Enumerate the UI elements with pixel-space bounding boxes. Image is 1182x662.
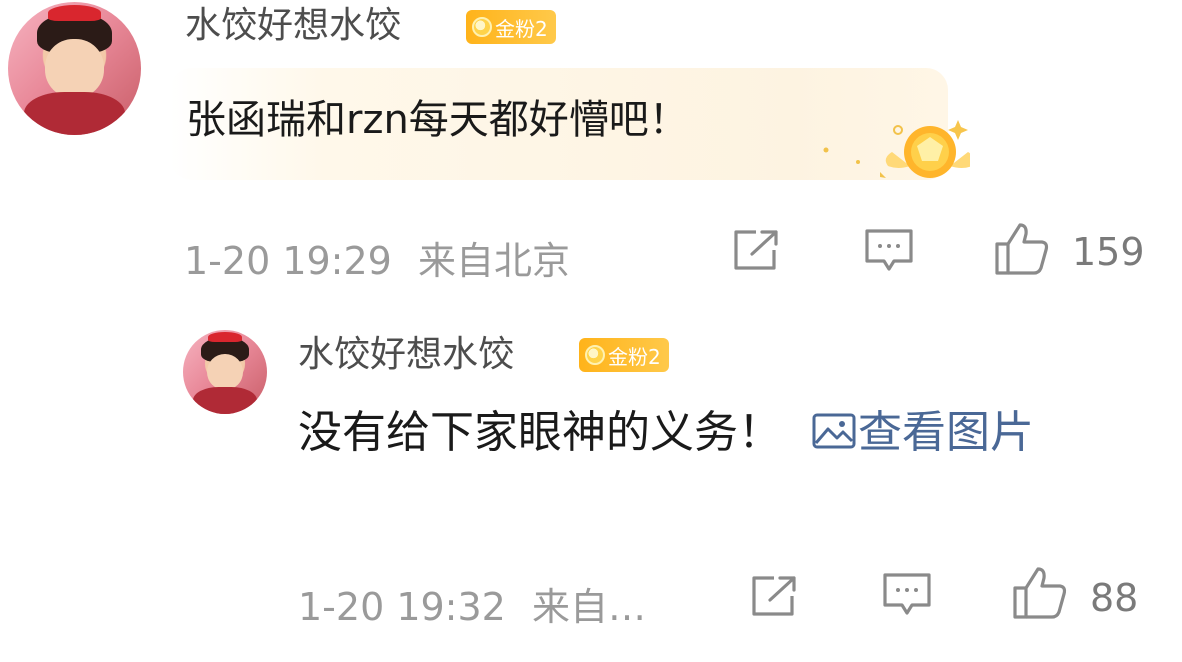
badge-label: 金粉2 (495, 16, 548, 41)
comment-bubble-icon[interactable] (882, 572, 932, 618)
next-item-edge (0, 656, 1182, 662)
comment-time: 1-20 19:29 (184, 239, 392, 283)
view-image-link[interactable]: 查看图片 (812, 407, 1034, 458)
share-square-icon[interactable] (732, 228, 782, 272)
image-icon (812, 402, 856, 468)
reply-text: 没有给下家眼神的义务！ (298, 407, 782, 458)
reply-location: 来自… (531, 585, 646, 629)
reply-fan-badge[interactable]: 金粉2 (579, 338, 669, 372)
badge-gem-icon (585, 345, 605, 365)
reply-username[interactable]: 水饺好想水饺 (298, 337, 514, 373)
comment-text: 张函瑞和rzn每天都好懵吧！ (186, 97, 689, 143)
gold-badge-icon (820, 112, 970, 184)
avatar[interactable] (8, 2, 141, 135)
fan-badge[interactable]: 金粉2 (466, 10, 556, 44)
comment-location: 来自北京 (417, 239, 570, 283)
thumbs-up-icon[interactable] (994, 222, 1050, 276)
badge-label: 金粉2 (608, 344, 661, 369)
reply-like-count: 88 (1090, 576, 1139, 620)
view-image-label: 查看图片 (858, 407, 1034, 458)
comment-bubble-icon[interactable] (864, 228, 914, 274)
comment-username[interactable]: 水饺好想水饺 (185, 8, 401, 44)
reply-time: 1-20 19:32 (298, 585, 506, 629)
thumbs-up-icon[interactable] (1012, 566, 1068, 620)
share-square-icon[interactable] (750, 574, 800, 618)
like-count: 159 (1072, 230, 1145, 274)
reply-text-block: 没有给下家眼神的义务！ 查看图片 (298, 400, 1128, 468)
reply-avatar[interactable] (183, 330, 267, 414)
badge-gem-icon (472, 17, 492, 37)
comment-meta: 1-20 19:29 来自北京 (184, 230, 570, 285)
reply-meta: 1-20 19:32 来自… (298, 576, 646, 631)
